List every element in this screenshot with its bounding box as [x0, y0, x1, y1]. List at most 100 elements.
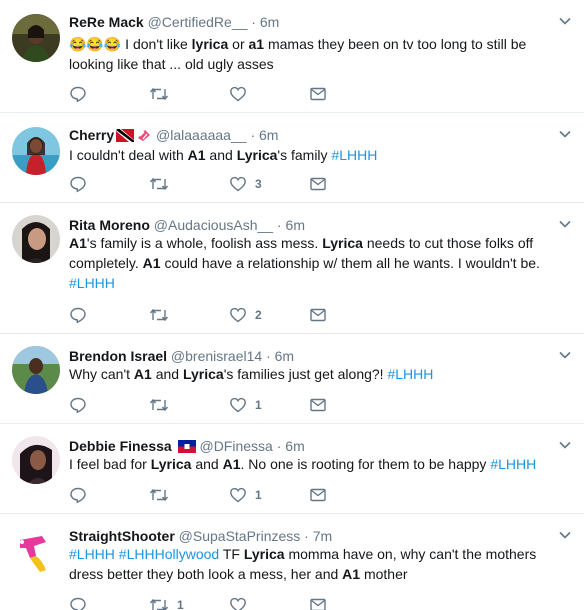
chevron-down-icon[interactable] — [558, 217, 572, 231]
avatar[interactable] — [12, 14, 60, 62]
user-handle[interactable]: @SupaStaPrinzess — [179, 528, 301, 544]
tweet[interactable]: Brendon Israel @brenisrael14 · 6m Why ca… — [0, 334, 584, 424]
tweet-header: StraightShooter @SupaStaPrinzess · 7m — [69, 526, 332, 546]
text-segment: 😂😂😂 I don't like — [69, 36, 192, 52]
hashtag-link[interactable]: #LHHHollywood — [119, 546, 219, 562]
tweet-text: Why can't A1 and Lyrica's families just … — [69, 364, 568, 384]
tweet-actions: 1 — [69, 596, 389, 610]
retweet-button[interactable]: 1 — [149, 596, 229, 610]
chevron-down-icon[interactable] — [558, 14, 572, 28]
retweet-icon — [149, 398, 169, 412]
direct-message-button[interactable] — [309, 175, 389, 193]
display-name[interactable]: Brendon Israel — [69, 348, 167, 364]
reply-button[interactable] — [69, 486, 149, 504]
like-button[interactable]: 2 — [229, 306, 309, 324]
separator-dot: · — [304, 528, 309, 544]
hashtag-link[interactable]: #LHHH — [69, 546, 115, 562]
text-segment: TF — [219, 546, 244, 562]
timestamp[interactable]: 6m — [259, 127, 278, 143]
user-handle[interactable]: @CertifiedRe__ — [148, 14, 248, 30]
reply-button[interactable] — [69, 306, 149, 324]
separator-dot: · — [266, 348, 271, 364]
like-icon — [230, 487, 246, 503]
display-name[interactable]: ReRe Mack — [69, 14, 144, 30]
reply-button[interactable] — [69, 596, 149, 610]
like-icon — [230, 86, 246, 102]
user-handle[interactable]: @DFinessa — [199, 438, 272, 454]
text-segment: and — [191, 456, 223, 472]
tweet[interactable]: ReRe Mack @CertifiedRe__ · 6m 😂😂😂 I don'… — [0, 0, 584, 113]
like-button[interactable]: 1 — [229, 486, 309, 504]
highlighted-keyword: A1 — [342, 566, 361, 582]
retweet-button[interactable] — [149, 85, 229, 103]
chevron-down-icon[interactable] — [558, 348, 572, 362]
reply-icon — [70, 307, 86, 324]
highlighted-keyword: Lyrica — [236, 147, 278, 163]
like-count: 1 — [255, 488, 262, 502]
tweet-text: 😂😂😂 I don't like lyrica or a1 mamas they… — [69, 34, 568, 74]
user-handle[interactable]: @AudaciousAsh__ — [154, 217, 273, 233]
text-segment: 's family is a whole, foolish ass mess. — [86, 235, 323, 251]
direct-message-button[interactable] — [309, 596, 389, 610]
direct-message-button[interactable] — [309, 306, 389, 324]
tweet[interactable]: Cherry @lalaaaaaa__ · 6m I couldn't deal… — [0, 113, 584, 203]
hashtag-link[interactable]: #LHHH — [387, 366, 433, 382]
user-handle[interactable]: @lalaaaaaa__ — [156, 127, 247, 143]
like-button[interactable] — [229, 85, 309, 103]
reply-icon — [70, 487, 86, 504]
text-segment: 's family — [277, 147, 332, 163]
avatar[interactable] — [12, 215, 60, 263]
tweet-header: Rita Moreno @AudaciousAsh__ · 6m — [69, 215, 305, 235]
retweet-icon — [149, 177, 169, 191]
like-button[interactable] — [229, 596, 309, 610]
like-icon — [230, 397, 246, 413]
direct-message-icon — [310, 177, 326, 191]
retweet-button[interactable] — [149, 486, 229, 504]
tweet[interactable]: StraightShooter @SupaStaPrinzess · 7m #L… — [0, 514, 584, 610]
hashtag-link[interactable]: #LHHH — [69, 275, 115, 291]
text-segment: Why can't — [69, 366, 134, 382]
timestamp[interactable]: 6m — [275, 348, 294, 364]
avatar[interactable] — [12, 436, 60, 484]
avatar[interactable] — [12, 526, 60, 574]
chevron-down-icon[interactable] — [558, 438, 572, 452]
reply-button[interactable] — [69, 85, 149, 103]
direct-message-button[interactable] — [309, 396, 389, 414]
tweet-actions: 2 — [69, 306, 389, 324]
like-button[interactable]: 3 — [229, 175, 309, 193]
display-name[interactable]: Debbie Finessa — [69, 438, 172, 454]
text-segment: and — [151, 366, 183, 382]
timestamp[interactable]: 6m — [260, 14, 279, 30]
direct-message-button[interactable] — [309, 486, 389, 504]
like-button[interactable]: 1 — [229, 396, 309, 414]
retweet-button[interactable] — [149, 306, 229, 324]
chevron-down-icon[interactable] — [558, 528, 572, 542]
timestamp[interactable]: 7m — [313, 528, 332, 544]
tweet[interactable]: Debbie Finessa @DFinessa · 6m I feel bad… — [0, 424, 584, 514]
chevron-down-icon[interactable] — [558, 127, 572, 141]
avatar[interactable] — [12, 346, 60, 394]
highlighted-keyword: a1 — [248, 36, 265, 52]
highlighted-keyword: Lyrica — [150, 456, 192, 472]
user-handle[interactable]: @brenisrael14 — [171, 348, 262, 364]
display-name[interactable]: Rita Moreno — [69, 217, 150, 233]
display-name[interactable]: StraightShooter — [69, 528, 175, 544]
hashtag-link[interactable]: #LHHH — [331, 147, 377, 163]
display-name[interactable]: Cherry — [69, 127, 114, 143]
reply-icon — [70, 176, 86, 193]
timestamp[interactable]: 6m — [286, 217, 305, 233]
like-count: 1 — [255, 398, 262, 412]
timestamp[interactable]: 6m — [285, 438, 304, 454]
tweet[interactable]: Rita Moreno @AudaciousAsh__ · 6m A1's fa… — [0, 203, 584, 334]
reply-button[interactable] — [69, 396, 149, 414]
avatar[interactable] — [12, 127, 60, 175]
retweet-button[interactable] — [149, 175, 229, 193]
hashtag-link[interactable]: #LHHH — [490, 456, 536, 472]
retweet-button[interactable] — [149, 396, 229, 414]
retweet-count: 1 — [177, 598, 184, 610]
direct-message-button[interactable] — [309, 85, 389, 103]
reply-button[interactable] — [69, 175, 149, 193]
trinidad-flag-icon — [116, 127, 135, 147]
text-segment: or — [228, 36, 249, 52]
highlighted-keyword: Lyrica — [243, 546, 285, 562]
